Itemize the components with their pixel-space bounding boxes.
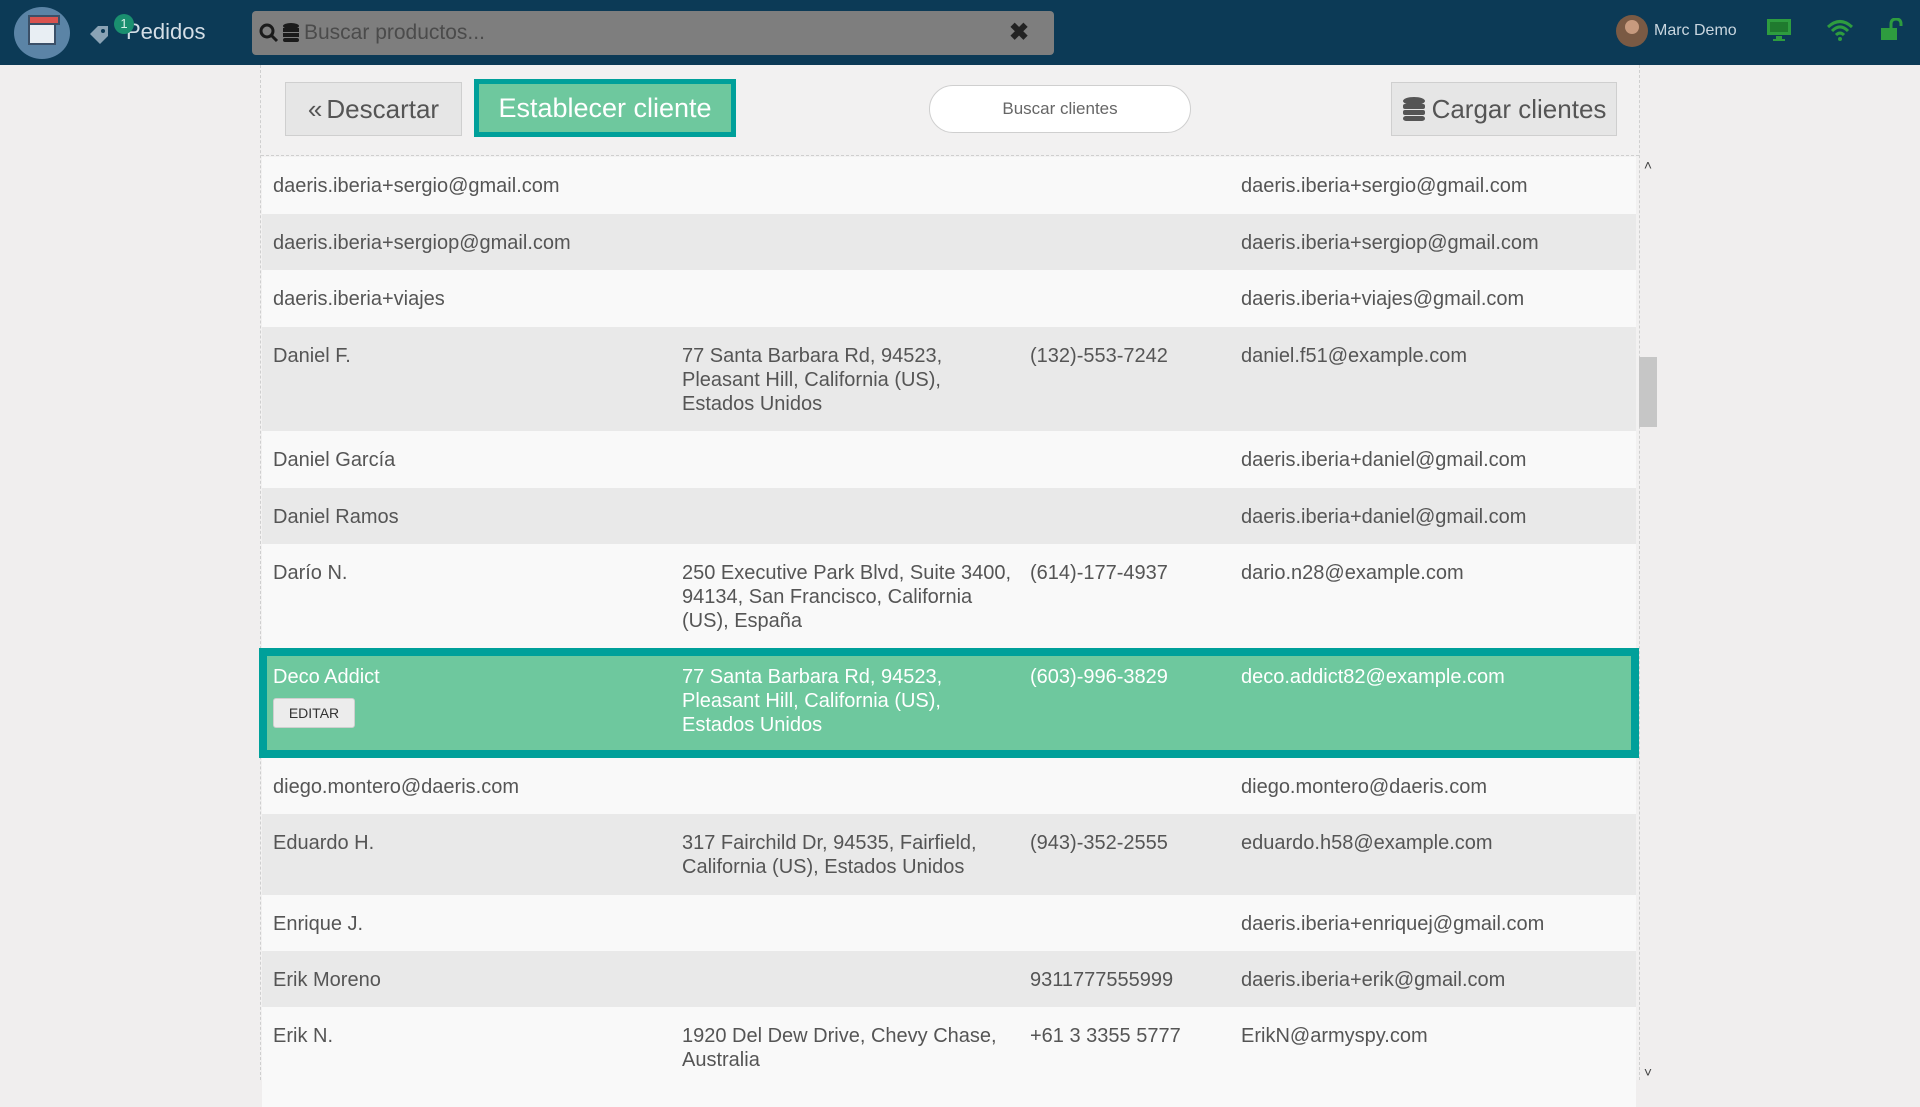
customer-phone: 9311777555999 <box>1030 969 1174 991</box>
customer-phone: (614)-177-4937 <box>1030 562 1168 584</box>
customer-address: 77 Santa Barbara Rd, 94523, Pleasant Hil… <box>682 666 943 736</box>
customer-email: eduardo.h58@example.com <box>1241 832 1493 854</box>
top-bar: 1 Pedidos ✖ Marc Demo <box>0 0 1920 65</box>
discard-button[interactable]: « Descartar <box>285 82 462 136</box>
load-customers-label: Cargar clientes <box>1431 93 1607 124</box>
double-chevron-left-icon: « <box>307 93 323 124</box>
customer-email: daeris.iberia+viajes@gmail.com <box>1241 288 1525 310</box>
scroll-down-icon[interactable]: ˅ <box>1640 1064 1656 1080</box>
customer-table: daeris.iberia+sergio@gmail.com daeris.ib… <box>259 157 1639 1107</box>
customer-email: daeris.iberia+erik@gmail.com <box>1241 969 1506 991</box>
customer-phone: (603)-996-3829 <box>1030 666 1168 688</box>
orders-button[interactable]: 1 Pedidos <box>88 12 206 52</box>
customer-email: daeris.iberia+sergiop@gmail.com <box>1241 232 1539 254</box>
customer-address: 77 Santa Barbara Rd, 94523, Pleasant Hil… <box>682 345 943 415</box>
customer-email: daeris.iberia+daniel@gmail.com <box>1241 506 1527 528</box>
customer-email: dario.n28@example.com <box>1241 562 1464 584</box>
table-row[interactable]: Eduardo H. 317 Fairchild Dr, 94535, Fair… <box>262 814 1636 895</box>
scroll-up-icon[interactable]: ˄ <box>1640 157 1656 173</box>
customer-name: daeris.iberia+sergiop@gmail.com <box>273 232 571 254</box>
customer-search-input[interactable] <box>929 85 1191 133</box>
customer-name: Daniel Ramos <box>273 506 399 528</box>
table-row[interactable]: daeris.iberia+sergiop@gmail.com daeris.i… <box>262 214 1636 270</box>
customer-phone: (132)-553-7242 <box>1030 345 1168 367</box>
table-row[interactable]: daeris.iberia+sergio@gmail.com daeris.ib… <box>262 157 1636 214</box>
customer-email: daniel.f51@example.com <box>1241 345 1467 367</box>
customer-name: Daniel F. <box>273 345 351 367</box>
database-icon <box>1402 97 1425 121</box>
customer-name: Deco Addict <box>273 666 380 688</box>
orders-label: Pedidos <box>126 19 206 44</box>
customer-name: daeris.iberia+viajes <box>273 288 445 310</box>
customer-name: diego.montero@daeris.com <box>273 776 519 798</box>
table-row[interactable]: Darío N. 250 Executive Park Blvd, Suite … <box>262 544 1636 648</box>
edit-customer-button[interactable]: EDITAR <box>273 698 355 728</box>
orders-count-badge: 1 <box>114 14 134 34</box>
scrollbar-thumb[interactable] <box>1639 357 1657 427</box>
customer-name: daeris.iberia+sergio@gmail.com <box>273 175 560 197</box>
table-row[interactable]: daeris.iberia+viajes daeris.iberia+viaje… <box>262 270 1636 327</box>
customer-phone: (943)-352-2555 <box>1030 832 1168 854</box>
load-customers-button[interactable]: Cargar clientes <box>1391 82 1617 136</box>
pos-logo-icon[interactable] <box>14 7 70 59</box>
customer-email: deco.addict82@example.com <box>1241 666 1505 688</box>
customer-address: 1920 Del Dew Drive, Chevy Chase, Austral… <box>682 1025 997 1071</box>
customer-name: Daniel García <box>273 449 396 471</box>
customer-email: daeris.iberia+enriquej@gmail.com <box>1241 913 1545 935</box>
customer-name: Darío N. <box>273 562 348 584</box>
product-search-input[interactable] <box>300 20 1004 46</box>
table-row[interactable]: diego.montero@daeris.com diego.montero@d… <box>262 758 1636 814</box>
tag-icon: 1 <box>88 14 134 44</box>
scrollbar[interactable]: ˄ ˅ <box>1638 157 1658 1080</box>
customer-name: Eduardo H. <box>273 832 375 854</box>
table-row[interactable]: Daniel García daeris.iberia+daniel@gmail… <box>262 431 1636 488</box>
search-icon <box>258 22 280 44</box>
customer-address: 317 Fairchild Dr, 94535, Fairfield, Cali… <box>682 832 977 878</box>
divider <box>261 155 1639 156</box>
table-row[interactable]: Daniel F. 77 Santa Barbara Rd, 94523, Pl… <box>262 327 1636 431</box>
user-menu[interactable]: Marc Demo <box>1616 15 1737 47</box>
table-row[interactable]: Daniel Ramos daeris.iberia+daniel@gmail.… <box>262 488 1636 544</box>
customer-email: diego.montero@daeris.com <box>1241 776 1487 798</box>
table-row[interactable]: Enrique J. daeris.iberia+enriquej@gmail.… <box>262 895 1636 951</box>
customer-email: ErikN@armyspy.com <box>1241 1025 1428 1047</box>
avatar <box>1616 15 1648 47</box>
customer-name: Enrique J. <box>273 913 364 935</box>
customer-phone: +61 3 3355 5777 <box>1030 1025 1181 1047</box>
table-row-selected[interactable]: Deco Addict EDITAR 77 Santa Barbara Rd, … <box>259 648 1639 758</box>
discard-label: Descartar <box>326 93 440 124</box>
customer-name: Erik Moreno <box>273 969 381 991</box>
monitor-icon[interactable] <box>1766 18 1792 47</box>
wifi-icon[interactable] <box>1826 18 1854 47</box>
unlock-icon[interactable] <box>1880 17 1904 47</box>
user-name: Marc Demo <box>1654 22 1737 39</box>
customer-address: 250 Executive Park Blvd, Suite 3400, 941… <box>682 562 1012 632</box>
clear-search-icon[interactable]: ✖ <box>1004 18 1034 48</box>
product-search-bar: ✖ <box>252 11 1054 55</box>
table-row[interactable]: Erik N. 1920 Del Dew Drive, Chevy Chase,… <box>262 1007 1636 1107</box>
customer-email: daeris.iberia+daniel@gmail.com <box>1241 449 1527 471</box>
set-customer-button[interactable]: Establecer cliente <box>474 79 736 137</box>
customer-email: daeris.iberia+sergio@gmail.com <box>1241 175 1528 197</box>
table-row[interactable]: Erik Moreno 9311777555999 daeris.iberia+… <box>262 951 1636 1007</box>
customer-name: Erik N. <box>273 1025 333 1047</box>
database-icon <box>282 22 300 44</box>
